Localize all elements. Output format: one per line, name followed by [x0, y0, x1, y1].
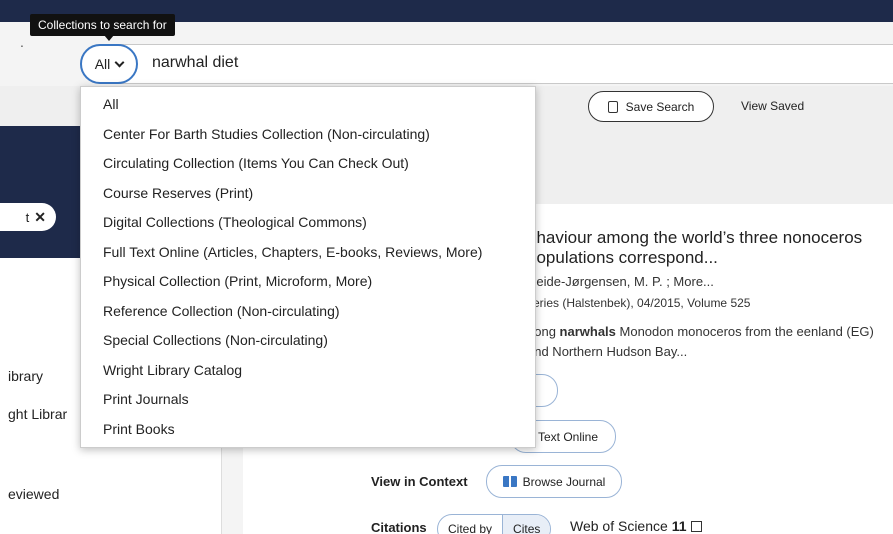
result-abstract: nong narwhals Monodon monoceros from the… — [527, 322, 887, 362]
dropdown-item-all[interactable]: All — [103, 96, 119, 112]
dropdown-item-digital-collections[interactable]: Digital Collections (Theological Commons… — [103, 214, 367, 230]
full-text-label: Text Online — [538, 429, 599, 444]
result-authors: Heide-Jørgensen, M. P. ; More... — [527, 274, 714, 289]
save-search-label: Save Search — [625, 99, 695, 114]
book-icon — [502, 476, 517, 487]
bookmark-icon — [607, 100, 618, 113]
cites-tab[interactable]: Cites — [502, 515, 551, 534]
dropdown-item-circulating[interactable]: Circulating Collection (Items You Can Ch… — [103, 155, 409, 171]
dropdown-item-physical-collection[interactable]: Physical Collection (Print, Microform, M… — [103, 273, 372, 289]
citations-toggle[interactable]: Cited by Cites — [437, 514, 552, 534]
save-search-button[interactable]: Save Search — [588, 91, 714, 122]
web-of-science-link[interactable]: Web of Science 11 — [570, 518, 702, 534]
tooltip-arrow — [104, 35, 114, 41]
result-source: series (Halstenbek), 04/2015, Volume 525 — [527, 296, 751, 310]
dropdown-item-print-books[interactable]: Print Books — [103, 421, 175, 437]
collections-tooltip: Collections to search for — [30, 14, 175, 36]
dropdown-item-special-collections[interactable]: Special Collections (Non-circulating) — [103, 332, 328, 348]
citations-label: Citations — [371, 520, 427, 534]
close-icon[interactable]: ✕ — [34, 209, 46, 226]
dropdown-item-barth-studies[interactable]: Center For Barth Studies Collection (Non… — [103, 126, 430, 142]
active-filter-chip[interactable]: t ✕ — [0, 203, 56, 231]
collection-scope-label: All — [94, 56, 111, 72]
dropdown-item-course-reserves[interactable]: Course Reserves (Print) — [103, 185, 253, 201]
wos-label: Web of Science — [570, 518, 668, 534]
filter-chip-label: t — [25, 209, 30, 225]
collection-dropdown-menu: All Center For Barth Studies Collection … — [80, 86, 536, 448]
browse-journal-label: Browse Journal — [522, 474, 606, 489]
browse-journal-button[interactable]: Browse Journal — [486, 465, 622, 498]
dropdown-item-wright-library[interactable]: Wright Library Catalog — [103, 362, 242, 378]
search-input[interactable]: narwhal diet — [152, 54, 238, 72]
external-link-icon — [690, 521, 702, 532]
dropdown-item-print-journals[interactable]: Print Journals — [103, 391, 189, 407]
sidebar-item-library[interactable]: ibrary — [8, 368, 43, 384]
view-saved-link[interactable]: View Saved — [741, 99, 804, 113]
wos-count: 11 — [671, 518, 687, 534]
sidebar-item-wright-library[interactable]: ght Librar — [8, 406, 67, 422]
search-row-leading-text: . — [20, 34, 24, 50]
cited-by-tab[interactable]: Cited by — [438, 515, 502, 534]
dropdown-item-full-text-online[interactable]: Full Text Online (Articles, Chapters, E-… — [103, 244, 482, 260]
dropdown-item-reference-collection[interactable]: Reference Collection (Non-circulating) — [103, 303, 340, 319]
sidebar-item-peer-reviewed[interactable]: eviewed — [8, 486, 59, 502]
abstract-highlight: narwhals — [559, 324, 616, 339]
view-in-context-label: View in Context — [371, 474, 468, 489]
chevron-down-icon — [114, 57, 125, 67]
result-title[interactable]: ehaviour among the world’s three nonocer… — [527, 228, 887, 268]
collection-scope-button[interactable]: All — [80, 44, 138, 84]
